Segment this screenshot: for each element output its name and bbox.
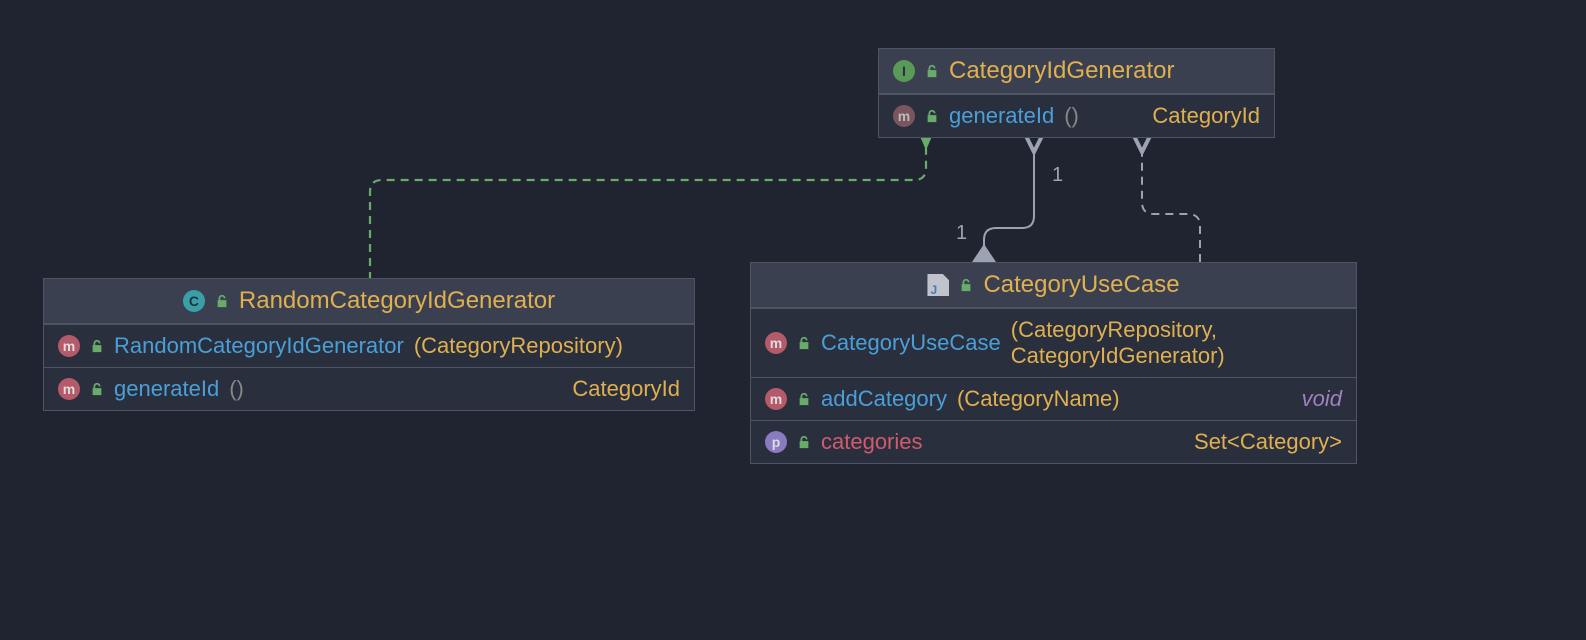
class-name: CategoryIdGenerator xyxy=(949,57,1174,85)
method-abstract-icon: m xyxy=(893,105,915,127)
member-name: generateId xyxy=(114,376,219,402)
lock-icon xyxy=(925,109,939,123)
lock-icon xyxy=(959,278,973,292)
member-name: generateId xyxy=(949,103,1054,129)
member-type: Set<Category> xyxy=(1194,429,1342,455)
member-name: RandomCategoryIdGenerator xyxy=(114,333,404,359)
lock-icon xyxy=(90,382,104,396)
member-type: CategoryId xyxy=(1152,103,1260,129)
multiplicity-label: 1 xyxy=(1052,164,1063,187)
member-row[interactable]: p categories Set<Category> xyxy=(751,420,1356,463)
method-icon: m xyxy=(765,332,787,354)
member-row[interactable]: m generateId () CategoryId xyxy=(879,94,1274,137)
class-header: I CategoryIdGenerator xyxy=(879,49,1274,94)
member-params: (CategoryRepository, CategoryIdGenerator… xyxy=(1011,317,1332,369)
class-box-usecase[interactable]: CategoryUseCase m CategoryUseCase (Catego… xyxy=(750,262,1357,464)
java-file-icon xyxy=(927,274,949,296)
member-name: CategoryUseCase xyxy=(821,330,1001,356)
class-name: RandomCategoryIdGenerator xyxy=(239,287,555,315)
member-row[interactable]: m addCategory (CategoryName) void xyxy=(751,377,1356,420)
member-row[interactable]: m RandomCategoryIdGenerator (CategoryRepo… xyxy=(44,324,694,367)
lock-icon xyxy=(90,339,104,353)
method-icon: m xyxy=(765,388,787,410)
class-header: CategoryUseCase xyxy=(751,263,1356,308)
method-icon: m xyxy=(58,335,80,357)
member-params: (CategoryName) xyxy=(957,386,1120,412)
member-params: () xyxy=(1064,103,1079,129)
lock-icon xyxy=(797,392,811,406)
interface-icon: I xyxy=(893,60,915,82)
class-name: CategoryUseCase xyxy=(983,271,1179,299)
member-name: categories xyxy=(821,429,923,455)
class-box-interface[interactable]: I CategoryIdGenerator m generateId () Cat… xyxy=(878,48,1275,138)
lock-icon xyxy=(797,435,811,449)
lock-icon xyxy=(925,64,939,78)
lock-icon xyxy=(797,336,811,350)
member-params: () xyxy=(229,376,244,402)
property-icon: p xyxy=(765,431,787,453)
member-row[interactable]: m CategoryUseCase (CategoryRepository, Ca… xyxy=(751,308,1356,377)
lock-icon xyxy=(215,294,229,308)
member-row[interactable]: m generateId () CategoryId xyxy=(44,367,694,410)
member-name: addCategory xyxy=(821,386,947,412)
method-icon: m xyxy=(58,378,80,400)
class-header: C RandomCategoryIdGenerator xyxy=(44,279,694,324)
class-icon: C xyxy=(183,290,205,312)
member-params: (CategoryRepository) xyxy=(414,333,623,359)
class-box-impl[interactable]: C RandomCategoryIdGenerator m RandomCate… xyxy=(43,278,695,411)
multiplicity-label: 1 xyxy=(956,222,967,245)
member-type: CategoryId xyxy=(572,376,680,402)
member-type: void xyxy=(1302,386,1342,412)
